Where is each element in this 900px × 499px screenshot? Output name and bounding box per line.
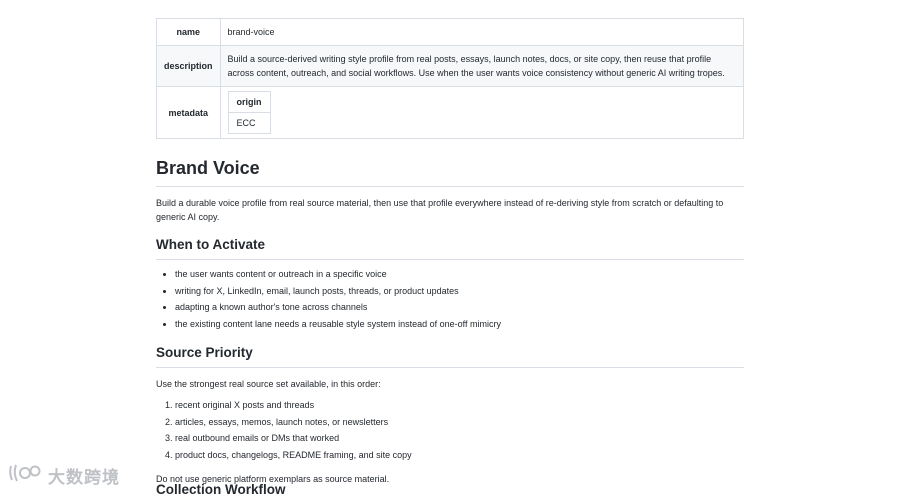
watermark-text: 大数跨境	[48, 468, 120, 487]
priority-list: recent original X posts and threads arti…	[156, 397, 744, 463]
frontmatter-value: origin ECC	[219, 86, 745, 139]
frontmatter-value: brand-voice	[219, 18, 745, 46]
metadata-header: origin	[227, 91, 271, 113]
frontmatter-key: name	[156, 18, 221, 46]
frontmatter-key: metadata	[156, 86, 221, 139]
section-heading-activate: When to Activate	[156, 236, 744, 260]
list-item: real outbound emails or DMs that worked	[175, 430, 744, 447]
watermark: 大数跨境	[8, 462, 120, 489]
list-item: the existing content lane needs a reusab…	[175, 316, 744, 333]
frontmatter-row-description: description Build a source-derived writi…	[156, 45, 745, 87]
document-body: name brand-voice description Build a sou…	[156, 18, 745, 486]
list-item: the user wants content or outreach in a …	[175, 266, 744, 283]
frontmatter-key: description	[156, 45, 221, 87]
frontmatter-value: Build a source-derived writing style pro…	[219, 45, 745, 87]
frontmatter-table: name brand-voice description Build a sou…	[156, 18, 745, 139]
list-item: product docs, changelogs, README framing…	[175, 447, 744, 464]
section-heading-priority: Source Priority	[156, 344, 744, 368]
list-item: writing for X, LinkedIn, email, launch p…	[175, 283, 744, 300]
section-heading-collection: Collection Workflow	[156, 482, 286, 497]
metadata-table: origin ECC	[227, 91, 271, 134]
intro-paragraph: Build a durable voice profile from real …	[156, 198, 724, 222]
page-title: Brand Voice	[156, 156, 744, 187]
metadata-value: ECC	[227, 112, 271, 134]
frontmatter-row-name: name brand-voice	[156, 18, 745, 46]
list-item: articles, essays, memos, launch notes, o…	[175, 414, 744, 431]
frontmatter-row-metadata: metadata origin ECC	[156, 86, 745, 139]
activate-list: the user wants content or outreach in a …	[156, 266, 744, 332]
logo-icon	[8, 462, 42, 489]
priority-lead: Use the strongest real source set availa…	[156, 379, 381, 389]
list-item: recent original X posts and threads	[175, 397, 744, 414]
list-item: adapting a known author's tone across ch…	[175, 299, 744, 316]
